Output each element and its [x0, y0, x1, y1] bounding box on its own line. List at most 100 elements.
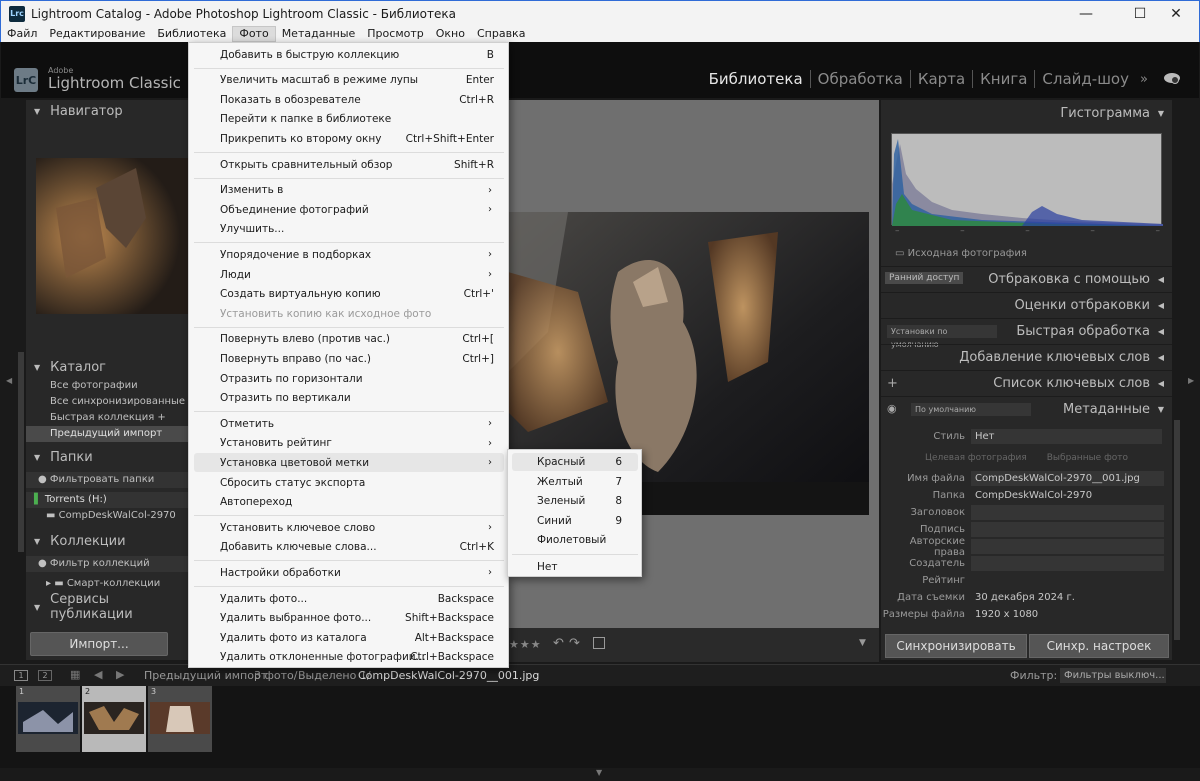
photo-menu-item[interactable]: Открыть сравнительный обзор Shift+R: [194, 155, 504, 174]
collections-filter[interactable]: ● Фильтр коллекций: [26, 556, 188, 572]
catalog-synced-photos[interactable]: Все синхронизированные фотогр: [26, 394, 188, 410]
volume-item[interactable]: ▌ Torrents (H:): [26, 492, 188, 508]
metadata-creator-field[interactable]: [971, 556, 1164, 571]
more-modules-icon[interactable]: »: [1140, 72, 1148, 87]
metadata-title-field[interactable]: [971, 505, 1164, 520]
metadata-copyright-field[interactable]: [971, 539, 1164, 554]
color-label-item[interactable]: Синий 9: [512, 512, 638, 530]
left-scrollbar[interactable]: [18, 352, 24, 552]
menu-library[interactable]: Библиотека: [151, 26, 232, 42]
selected-photos-button[interactable]: Выбранные фото: [1047, 453, 1128, 463]
panel-keyword-list[interactable]: + Список ключевых слов ◀: [881, 370, 1172, 396]
photo-menu-item[interactable]: Повернуть вправо (по час.) Ctrl+]: [194, 349, 504, 368]
module-library[interactable]: Библиотека: [702, 70, 810, 88]
metadata-caption-field[interactable]: [971, 522, 1164, 537]
close-button[interactable]: ✕: [1153, 1, 1199, 26]
rating-stars[interactable]: ★★★: [509, 638, 542, 651]
menu-metadata[interactable]: Метаданные: [276, 26, 362, 42]
color-label-item[interactable]: Зеленый 8: [512, 492, 638, 510]
sync-settings-button[interactable]: Синхр. настроек: [1029, 634, 1169, 658]
menu-file[interactable]: Файл: [1, 26, 43, 42]
photo-menu-item[interactable]: Упорядочение в подборках ›: [194, 245, 504, 264]
import-button[interactable]: Импорт...: [30, 632, 168, 656]
photo-menu-item[interactable]: Установить рейтинг ›: [194, 434, 504, 453]
histogram-header[interactable]: Гистограмма ▼: [881, 100, 1172, 126]
photo-menu-item[interactable]: Сбросить статус экспорта: [194, 473, 504, 492]
photo-menu-item[interactable]: Автопереход: [194, 493, 504, 512]
photo-menu-item[interactable]: Создать виртуальную копию Ctrl+': [194, 285, 504, 304]
filmstrip-toggle-icon[interactable]: ▼: [596, 768, 602, 777]
folder-item[interactable]: ▬ CompDeskWalCol-2970: [26, 508, 188, 524]
panel-culling-ratings[interactable]: Оценки отбраковки ◀: [881, 292, 1172, 318]
target-photo-button[interactable]: Целевая фотография: [925, 453, 1027, 463]
color-label-item[interactable]: Нет: [512, 558, 638, 576]
filmstrip-source[interactable]: Предыдущий импорт: [144, 669, 267, 682]
photo-menu-item[interactable]: Отразить по горизонтали: [194, 369, 504, 388]
right-scrollbar[interactable]: [1174, 420, 1180, 640]
filmstrip-thumb[interactable]: 1: [16, 686, 80, 752]
photo-menu-item[interactable]: Добавить ключевые слова... Ctrl+K: [194, 538, 504, 557]
catalog-all-photos[interactable]: Все фотографии: [26, 378, 188, 394]
metadata-rating[interactable]: [971, 573, 1164, 588]
collections-header[interactable]: ▼ Коллекции: [26, 530, 188, 552]
module-slideshow[interactable]: Слайд-шоу: [1034, 70, 1136, 88]
photo-menu-item[interactable]: Отразить по вертикали: [194, 389, 504, 408]
photo-menu-item[interactable]: Удалить фото из каталога Alt+Backspace: [194, 628, 504, 647]
photo-menu-item[interactable]: Перейти к папке в библиотеке: [194, 110, 504, 129]
left-panel-toggle-icon[interactable]: ◀: [6, 376, 12, 385]
menu-photo[interactable]: Фото: [232, 26, 276, 42]
metadata-preset[interactable]: По умолчанию: [911, 403, 1031, 416]
photo-menu-item[interactable]: Изменить в ›: [194, 181, 504, 200]
rotate-right-icon[interactable]: ↷: [569, 636, 580, 651]
eye-icon[interactable]: ◉: [887, 402, 897, 415]
publish-services-header[interactable]: ▼ Сервисы публикации: [26, 592, 188, 622]
photo-menu-item[interactable]: Установка цветовой метки ›: [194, 453, 504, 473]
metadata-style-select[interactable]: Нет: [971, 428, 1162, 444]
photo-menu-item[interactable]: Повернуть влево (против час.) Ctrl+[: [194, 330, 504, 349]
photo-menu-item[interactable]: Добавить в быструю коллекцию B: [194, 45, 504, 64]
panel-quick-develop[interactable]: Установки по умолчанию Быстрая обработка…: [881, 318, 1172, 349]
right-panel-toggle-icon[interactable]: ▶: [1188, 376, 1194, 385]
photo-menu-item[interactable]: Прикрепить ко второму окну Ctrl+Shift+Ent…: [194, 129, 504, 148]
toolbar-menu-icon[interactable]: ▼: [859, 638, 866, 648]
panel-ai-culling[interactable]: Ранний доступ Отбраковка с помощью ◀: [881, 266, 1172, 292]
primary-window-button[interactable]: 1: [14, 670, 28, 681]
panel-metadata[interactable]: ◉ По умолчанию Метаданные ▼: [881, 396, 1172, 422]
catalog-quick-collection[interactable]: Быстрая коллекция +: [26, 410, 188, 426]
menu-help[interactable]: Справка: [471, 26, 531, 42]
photo-menu-item[interactable]: Показать в обозревателе Ctrl+R: [194, 90, 504, 109]
menu-edit[interactable]: Редактирование: [43, 26, 151, 42]
grid-view-icon[interactable]: ▦: [70, 668, 80, 681]
filmstrip-filename[interactable]: CompDeskWalCol-2970__001.jpg: [358, 669, 539, 682]
sync-button[interactable]: Синхронизировать: [885, 634, 1027, 658]
module-book[interactable]: Книга: [972, 70, 1034, 88]
navigator-header[interactable]: ▼ Навигатор: [26, 100, 188, 122]
forward-arrow-icon[interactable]: ▶: [116, 668, 124, 681]
photo-menu-item[interactable]: Удалить фото... Backspace: [194, 589, 504, 608]
secondary-window-button[interactable]: 2: [38, 670, 52, 681]
color-label-item[interactable]: Красный 6: [512, 453, 638, 471]
minimize-button[interactable]: —: [1063, 1, 1109, 26]
menu-view[interactable]: Просмотр: [361, 26, 429, 42]
smart-collections[interactable]: ▸ ▬ Смарт-коллекции: [26, 576, 188, 592]
rotate-left-icon[interactable]: ↶: [553, 636, 564, 651]
photo-menu-item[interactable]: Люди ›: [194, 265, 504, 284]
navigator-preview[interactable]: [36, 158, 188, 314]
folders-header[interactable]: ▼ Папки: [26, 446, 188, 468]
menu-window[interactable]: Окно: [430, 26, 471, 42]
add-keyword-icon[interactable]: +: [887, 376, 898, 391]
photo-menu-item[interactable]: Настройки обработки ›: [194, 563, 504, 582]
crop-overlay-icon[interactable]: [593, 637, 605, 649]
photo-menu-item[interactable]: Увеличить масштаб в режиме лупы Enter: [194, 71, 504, 90]
original-photo-toggle[interactable]: ▭ Исходная фотография: [895, 248, 1027, 259]
photo-menu-item[interactable]: Удалить отклоненные фотографии... Ctrl+Ba…: [194, 648, 504, 667]
photo-menu-item[interactable]: Установить ключевое слово ›: [194, 518, 504, 537]
catalog-header[interactable]: ▼ Каталог: [26, 356, 188, 378]
cloud-sync-icon[interactable]: [1162, 70, 1182, 84]
photo-menu-item[interactable]: Объединение фотографий ›: [194, 200, 504, 219]
catalog-previous-import[interactable]: Предыдущий импорт: [26, 426, 188, 442]
quick-develop-preset[interactable]: Установки по умолчанию: [887, 325, 997, 349]
filmstrip-thumb-selected[interactable]: 2: [82, 686, 146, 752]
metadata-filename[interactable]: CompDeskWalCol-2970__001.jpg: [971, 471, 1164, 486]
module-develop[interactable]: Обработка: [809, 70, 910, 88]
